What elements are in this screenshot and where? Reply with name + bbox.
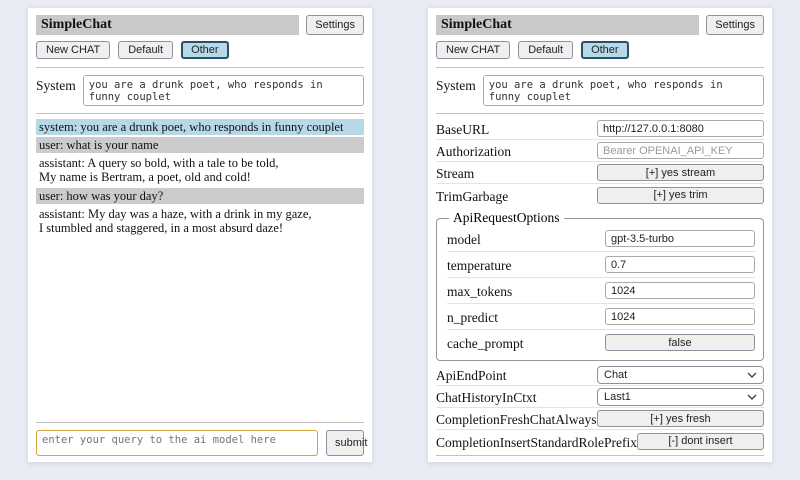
n-predict-input[interactable] bbox=[605, 308, 755, 325]
setting-row-trimgarbage: TrimGarbage [+] yes trim bbox=[436, 184, 764, 206]
completion-fresh-toggle-button[interactable]: [+] yes fresh bbox=[597, 410, 764, 427]
chat-session-toolbar: New CHAT Default Other bbox=[436, 41, 764, 59]
setting-row-cache-prompt: cache_prompt false bbox=[447, 330, 755, 355]
max-tokens-label: max_tokens bbox=[447, 281, 512, 300]
chat-history-label: ChatHistoryInCtxt bbox=[436, 387, 537, 406]
api-request-options-legend: ApiRequestOptions bbox=[449, 210, 564, 226]
system-prompt-input[interactable]: you are a drunk poet, who responds in fu… bbox=[483, 75, 764, 106]
chat-message-user: user: how was your day? bbox=[36, 188, 364, 204]
cache-prompt-label: cache_prompt bbox=[447, 333, 523, 352]
setting-row-chat-history: ChatHistoryInCtxt Last1 bbox=[436, 386, 764, 408]
authorization-label: Authorization bbox=[436, 141, 511, 160]
setting-row-stream: Stream [+] yes stream bbox=[436, 162, 764, 184]
authorization-input[interactable] bbox=[597, 142, 764, 159]
setting-row-api-endpoint: ApiEndPoint Chat bbox=[436, 364, 764, 386]
temperature-label: temperature bbox=[447, 255, 511, 274]
divider bbox=[36, 67, 364, 68]
stream-toggle-button[interactable]: [+] yes stream bbox=[597, 164, 764, 181]
divider bbox=[436, 67, 764, 68]
model-input[interactable] bbox=[605, 230, 755, 247]
model-label: model bbox=[447, 229, 481, 248]
chat-session-toolbar: New CHAT Default Other bbox=[36, 41, 364, 59]
temperature-input[interactable] bbox=[605, 256, 755, 273]
system-label: System bbox=[36, 75, 76, 94]
chat-message-system: system: you are a drunk poet, who respon… bbox=[36, 119, 364, 135]
n-predict-label: n_predict bbox=[447, 307, 498, 326]
chat-history-select[interactable]: Last1 bbox=[597, 388, 764, 406]
completion-fresh-label: CompletionFreshChatAlways bbox=[436, 409, 597, 428]
cache-prompt-toggle-button[interactable]: false bbox=[605, 334, 755, 351]
chat-message-list: system: you are a drunk poet, who respon… bbox=[36, 119, 364, 419]
trimgarbage-label: TrimGarbage bbox=[436, 186, 508, 205]
submit-button[interactable]: submit bbox=[326, 430, 364, 456]
baseurl-input[interactable] bbox=[597, 120, 764, 137]
trimgarbage-toggle-button[interactable]: [+] yes trim bbox=[597, 187, 764, 204]
page-title: SimpleChat bbox=[436, 15, 699, 35]
system-label: System bbox=[436, 75, 476, 94]
setting-row-max-tokens: max_tokens bbox=[447, 278, 755, 304]
session-tab-other[interactable]: Other bbox=[581, 41, 629, 59]
query-bar: submit bbox=[36, 430, 364, 456]
setting-row-baseurl: BaseURL bbox=[436, 118, 764, 140]
api-request-options-group: ApiRequestOptions model temperature max_… bbox=[436, 210, 764, 361]
divider bbox=[36, 113, 364, 114]
chevron-down-icon bbox=[747, 369, 757, 381]
new-chat-button[interactable]: New CHAT bbox=[436, 41, 510, 59]
setting-row-completion-fresh: CompletionFreshChatAlways [+] yes fresh bbox=[436, 408, 764, 430]
completion-insert-toggle-button[interactable]: [-] dont insert bbox=[637, 433, 764, 450]
setting-row-temperature: temperature bbox=[447, 252, 755, 278]
completion-insert-label: CompletionInsertStandardRolePrefix bbox=[436, 432, 637, 451]
system-prompt-row: System you are a drunk poet, who respond… bbox=[36, 75, 364, 106]
divider bbox=[436, 113, 764, 114]
chevron-down-icon bbox=[747, 391, 757, 403]
api-endpoint-selected-value: Chat bbox=[604, 369, 627, 381]
chat-history-selected-value: Last1 bbox=[604, 391, 631, 403]
baseurl-label: BaseURL bbox=[436, 119, 489, 138]
divider bbox=[436, 455, 764, 456]
chat-panel: SimpleChat Settings New CHAT Default Oth… bbox=[28, 8, 372, 462]
system-prompt-input[interactable]: you are a drunk poet, who responds in fu… bbox=[83, 75, 364, 106]
settings-button[interactable]: Settings bbox=[706, 15, 764, 35]
new-chat-button[interactable]: New CHAT bbox=[36, 41, 110, 59]
session-tab-default[interactable]: Default bbox=[518, 41, 573, 59]
max-tokens-input[interactable] bbox=[605, 282, 755, 299]
divider bbox=[36, 422, 364, 423]
system-prompt-row: System you are a drunk poet, who respond… bbox=[436, 75, 764, 106]
api-endpoint-label: ApiEndPoint bbox=[436, 365, 507, 384]
setting-row-n-predict: n_predict bbox=[447, 304, 755, 330]
setting-row-model: model bbox=[447, 226, 755, 252]
setting-row-authorization: Authorization bbox=[436, 140, 764, 162]
chat-message-user: user: what is your name bbox=[36, 137, 364, 153]
session-tab-other[interactable]: Other bbox=[181, 41, 229, 59]
stream-label: Stream bbox=[436, 163, 474, 182]
chat-message-assistant: assistant: A query so bold, with a tale … bbox=[36, 155, 364, 185]
query-input[interactable] bbox=[36, 430, 318, 456]
page-title: SimpleChat bbox=[36, 15, 299, 35]
session-tab-default[interactable]: Default bbox=[118, 41, 173, 59]
settings-panel: SimpleChat Settings New CHAT Default Oth… bbox=[428, 8, 772, 462]
chat-message-assistant: assistant: My day was a haze, with a dri… bbox=[36, 206, 364, 236]
setting-row-completion-insert: CompletionInsertStandardRolePrefix [-] d… bbox=[436, 430, 764, 452]
settings-button[interactable]: Settings bbox=[306, 15, 364, 35]
title-row: SimpleChat Settings bbox=[436, 15, 764, 35]
title-row: SimpleChat Settings bbox=[36, 15, 364, 35]
api-endpoint-select[interactable]: Chat bbox=[597, 366, 764, 384]
